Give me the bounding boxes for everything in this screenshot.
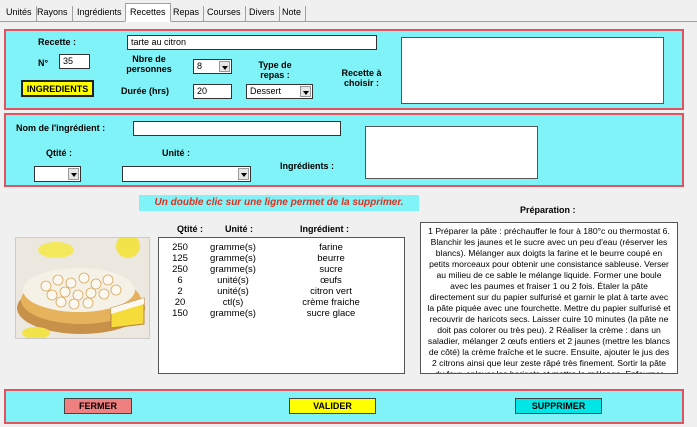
chevron-down-icon[interactable] bbox=[238, 168, 249, 180]
recette-choisir-label-line1: Recette à bbox=[341, 68, 382, 78]
fermer-button[interactable]: FERMER bbox=[64, 398, 132, 414]
cell-unit: unité(s) bbox=[217, 275, 249, 286]
cell-qty: 250 bbox=[172, 242, 188, 253]
ingredient-panel bbox=[4, 113, 684, 187]
cell-ingredient: citron vert bbox=[310, 286, 352, 297]
ingredients-list[interactable] bbox=[365, 126, 538, 179]
num-input[interactable]: 35 bbox=[59, 54, 90, 69]
preparation-label: Préparation : bbox=[520, 205, 576, 215]
cell-unit: gramme(s) bbox=[210, 253, 256, 264]
table-row[interactable]: 250 gramme(s) sucre bbox=[162, 264, 394, 275]
type-repas-value: Dessert bbox=[250, 86, 282, 96]
qtite-label: Qtité : bbox=[46, 148, 72, 158]
ingredients-table: 250 gramme(s) farine 125 gramme(s) beurre 250 g… bbox=[162, 242, 394, 319]
type-repas-label: Type de repas : bbox=[250, 60, 300, 80]
cell-qty: 20 bbox=[174, 297, 186, 308]
unite-label: Unité : bbox=[162, 148, 190, 158]
cell-qty: 6 bbox=[177, 275, 183, 286]
qtite-select[interactable] bbox=[34, 166, 81, 182]
tab-bar: Unités Rayons Ingrédients Recettes Repas… bbox=[0, 0, 697, 22]
supprimer-button[interactable]: SUPPRIMER bbox=[515, 398, 602, 414]
type-repas-label-line2: repas : bbox=[260, 70, 290, 80]
unite-select[interactable] bbox=[122, 166, 251, 182]
cell-ingredient: œufs bbox=[320, 275, 342, 286]
tab-divers[interactable]: Divers bbox=[245, 6, 280, 21]
tab-rayons[interactable]: Rayons bbox=[33, 6, 73, 21]
cell-ingredient: crème fraiche bbox=[302, 297, 360, 308]
col-header-qty: Qtité : bbox=[177, 224, 203, 234]
nom-ingredient-input[interactable] bbox=[133, 121, 341, 136]
tab-note[interactable]: Note bbox=[278, 6, 307, 21]
cell-ingredient: sucre glace bbox=[306, 308, 356, 319]
nb-personnes-value: 8 bbox=[197, 61, 203, 71]
cell-ingredient: farine bbox=[319, 242, 343, 253]
nom-ingredient-label: Nom de l'ingrédient : bbox=[16, 123, 106, 133]
chevron-down-icon[interactable] bbox=[219, 61, 230, 72]
cell-unit: unité(s) bbox=[217, 286, 249, 297]
lemon-tart-image bbox=[16, 238, 149, 338]
table-row[interactable]: 6 unité(s) œufs bbox=[162, 275, 394, 286]
preparation-text[interactable]: 1 Préparer la pâte : préchauffer le four… bbox=[420, 222, 678, 374]
recipe-photo bbox=[15, 237, 150, 339]
cell-qty: 2 bbox=[177, 286, 183, 297]
table-row[interactable]: 125 gramme(s) beurre bbox=[162, 253, 394, 264]
type-repas-select[interactable]: Dessert bbox=[246, 84, 313, 99]
col-header-ingredient: Ingrédient : bbox=[300, 224, 349, 234]
col-header-unit: Unité : bbox=[225, 224, 253, 234]
nb-personnes-select[interactable]: 8 bbox=[193, 59, 232, 74]
nb-personnes-label-line2: personnes bbox=[126, 64, 172, 74]
cell-qty: 150 bbox=[172, 308, 188, 319]
recette-label: Recette : bbox=[38, 37, 77, 47]
tab-courses[interactable]: Courses bbox=[203, 6, 246, 21]
type-repas-label-line1: Type de bbox=[258, 60, 292, 70]
ingredients-label: Ingrédients : bbox=[280, 161, 335, 171]
chevron-down-icon[interactable] bbox=[68, 168, 79, 180]
recette-choisir-label-line2: choisir : bbox=[343, 78, 379, 88]
cell-unit: ctl(s) bbox=[222, 297, 244, 308]
nb-personnes-label-line1: Nbre de bbox=[132, 54, 166, 64]
recette-choisir-label: Recette à choisir : bbox=[334, 68, 389, 88]
tab-recettes[interactable]: Recettes bbox=[125, 3, 171, 22]
nb-personnes-label: Nbre de personnes bbox=[121, 54, 177, 74]
cell-unit: gramme(s) bbox=[210, 308, 256, 319]
cell-qty: 125 bbox=[172, 253, 188, 264]
cell-unit: gramme(s) bbox=[210, 242, 256, 253]
cell-unit: gramme(s) bbox=[210, 264, 256, 275]
recette-name-input[interactable]: tarte au citron bbox=[127, 35, 377, 50]
valider-button[interactable]: VALIDER bbox=[289, 398, 376, 414]
tab-unites[interactable]: Unités bbox=[2, 6, 37, 21]
delete-hint: Un double clic sur une ligne permet de l… bbox=[139, 195, 419, 211]
table-row[interactable]: 2 unité(s) citron vert bbox=[162, 286, 394, 297]
table-row[interactable]: 250 gramme(s) farine bbox=[162, 242, 394, 253]
cell-ingredient: sucre bbox=[319, 264, 343, 275]
duree-label: Durée (hrs) bbox=[121, 86, 170, 96]
cell-ingredient: beurre bbox=[317, 253, 345, 264]
table-row[interactable]: 150 gramme(s) sucre glace bbox=[162, 308, 394, 319]
recette-choisir-list[interactable] bbox=[401, 37, 664, 104]
cell-qty: 250 bbox=[172, 264, 188, 275]
tab-repas[interactable]: Repas bbox=[169, 6, 205, 21]
table-row[interactable]: 20 ctl(s) crème fraiche bbox=[162, 297, 394, 308]
num-label: N° bbox=[38, 58, 49, 68]
chevron-down-icon[interactable] bbox=[300, 86, 311, 97]
duree-input[interactable]: 20 bbox=[193, 84, 232, 99]
ingredients-button[interactable]: INGREDIENTS bbox=[21, 80, 94, 97]
tab-ingredients[interactable]: Ingrédients bbox=[73, 6, 127, 21]
